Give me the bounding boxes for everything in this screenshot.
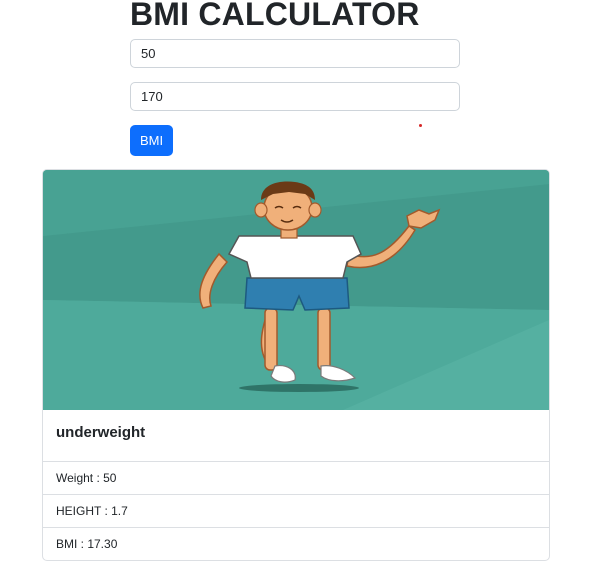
bmi-detail: BMI : 17.30 xyxy=(43,527,549,560)
weight-input[interactable] xyxy=(130,39,460,68)
dot-mark xyxy=(419,124,422,127)
page-title: BMI CALCULATOR xyxy=(130,0,420,32)
weight-detail: Weight : 50 xyxy=(43,461,549,494)
result-illustration xyxy=(43,170,549,410)
bmi-button[interactable]: BMI xyxy=(130,125,173,156)
height-detail: HEIGHT : 1.7 xyxy=(43,494,549,527)
bmi-category: underweight xyxy=(56,424,146,441)
result-details-list: Weight : 50 HEIGHT : 1.7 BMI : 17.30 xyxy=(43,461,549,560)
height-input[interactable] xyxy=(130,82,460,111)
result-card: underweight Weight : 50 HEIGHT : 1.7 BMI… xyxy=(42,169,550,561)
